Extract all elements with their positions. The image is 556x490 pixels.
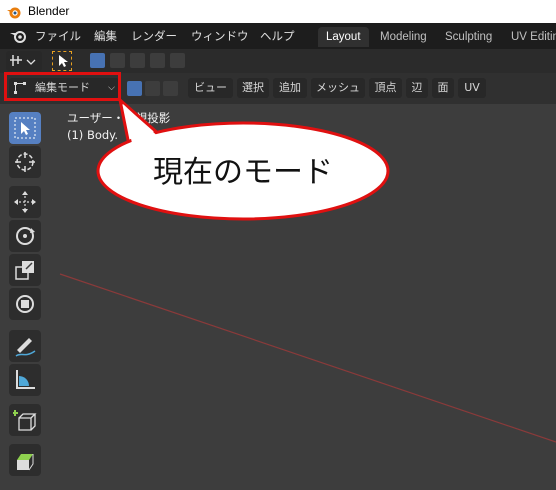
tool-add-cube[interactable] — [9, 404, 41, 436]
tool-measure[interactable] — [9, 364, 41, 396]
tab-sculpting[interactable]: Sculpting — [437, 27, 500, 47]
scale-icon — [15, 261, 34, 280]
tool-cursor[interactable] — [9, 146, 41, 178]
face-select-icon[interactable] — [163, 81, 178, 96]
add-cube-icon — [13, 410, 37, 431]
x-axis-line — [59, 273, 556, 443]
vertex-select-icon[interactable] — [127, 81, 142, 96]
tool-header — [0, 49, 556, 73]
menu-help[interactable]: ヘルプ — [260, 28, 295, 44]
menu-uv[interactable]: UV — [458, 78, 486, 98]
select-mode-subtract-icon[interactable] — [130, 53, 145, 68]
menu-select[interactable]: 選択 — [237, 78, 269, 98]
menu-view[interactable]: ビュー — [188, 78, 233, 98]
blender-menu-icon[interactable] — [9, 29, 27, 43]
annotate-pencil-icon — [15, 338, 36, 357]
object-label: (1) Body. — [67, 128, 118, 142]
select-mode-extend-icon[interactable] — [110, 53, 125, 68]
blender-logo-icon — [7, 7, 21, 19]
mode-highlight-box — [4, 72, 121, 101]
edge-select-icon[interactable] — [145, 81, 160, 96]
menu-file[interactable]: ファイル — [35, 28, 81, 44]
transform-icon — [16, 295, 34, 313]
menu-vertex[interactable]: 頂点 — [369, 78, 402, 98]
tool-annotate[interactable] — [9, 330, 41, 362]
top-menubar: ファイル 編集 レンダー ウィンドウ ヘルプ Layout Modeling S… — [0, 23, 556, 49]
extrude-icon — [17, 454, 34, 471]
gizmo-icon — [10, 55, 36, 66]
tool-select-box[interactable] — [9, 112, 41, 144]
tool-move[interactable] — [9, 186, 41, 218]
select-box-icon — [14, 117, 36, 139]
tab-layout[interactable]: Layout — [318, 27, 369, 47]
3d-cursor-icon — [15, 152, 35, 172]
grid-floor — [59, 273, 556, 443]
move-icon — [14, 191, 36, 213]
window-title: Blender — [28, 4, 70, 18]
tab-uv-editing[interactable]: UV Editin — [503, 27, 556, 47]
tool-scale[interactable] — [9, 254, 41, 286]
menu-edge[interactable]: 辺 — [406, 78, 428, 98]
3d-viewport[interactable] — [0, 104, 556, 490]
menu-window[interactable]: ウィンドウ — [191, 28, 249, 44]
menu-face[interactable]: 面 — [432, 78, 454, 98]
view-label: ユーザー・透視投影 — [67, 111, 171, 125]
tool-rotate[interactable] — [9, 220, 41, 252]
select-mode-invert-icon[interactable] — [150, 53, 165, 68]
rotate-icon — [16, 227, 35, 245]
menu-add[interactable]: 追加 — [273, 78, 307, 98]
menu-edit[interactable]: 編集 — [94, 28, 117, 44]
select-mode-intersect-icon[interactable] — [170, 53, 185, 68]
menu-mesh[interactable]: メッシュ — [311, 78, 365, 98]
tool-shelf — [0, 104, 58, 490]
select-tool-box[interactable] — [52, 51, 72, 71]
window-titlebar: Blender — [0, 0, 556, 23]
tool-extrude[interactable] — [9, 444, 41, 476]
measure-icon — [16, 370, 35, 389]
menu-render[interactable]: レンダー — [131, 28, 177, 44]
transform-pivot-dropdown[interactable] — [6, 51, 42, 71]
tab-modeling[interactable]: Modeling — [372, 27, 435, 47]
cursor-arrow-icon — [59, 55, 68, 67]
tool-transform[interactable] — [9, 288, 41, 320]
select-mode-new-icon[interactable] — [90, 53, 105, 68]
